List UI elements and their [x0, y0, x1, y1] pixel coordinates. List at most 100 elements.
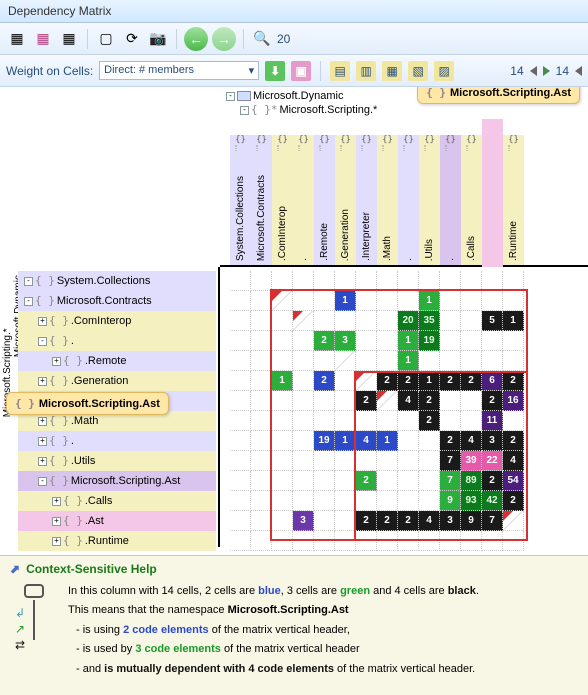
tool-btn-1[interactable]: ▦: [32, 28, 54, 50]
matrix-cell[interactable]: 22: [482, 451, 503, 471]
column-header-cell[interactable]: {}System.Collections: [230, 135, 251, 265]
arrow-left-icon[interactable]: [530, 66, 537, 76]
matrix-cell[interactable]: 39: [461, 451, 482, 471]
matrix-cell[interactable]: 1: [335, 291, 356, 311]
tool-btn-5[interactable]: 📷: [147, 28, 169, 50]
column-header-cell[interactable]: {}.Calls: [461, 135, 482, 265]
matrix-cell[interactable]: [377, 391, 398, 411]
row-header-cell[interactable]: +{ }.: [18, 431, 216, 451]
matrix-cell[interactable]: 2: [419, 391, 440, 411]
row-header-cell[interactable]: +{ }.Remote: [18, 351, 216, 371]
column-header-cell[interactable]: {}.: [293, 135, 314, 265]
matrix-cell[interactable]: 1: [398, 331, 419, 351]
weight-dropdown[interactable]: Direct: # members ▾: [99, 61, 259, 80]
tool-yellow-4[interactable]: ▧: [408, 61, 428, 81]
matrix-cell[interactable]: 7: [440, 451, 461, 471]
filter-pink-btn[interactable]: ▣: [291, 61, 311, 81]
column-header-cell[interactable]: {}Microsoft.Contracts: [251, 135, 272, 265]
matrix-cell[interactable]: 4: [503, 451, 524, 471]
matrix-cell[interactable]: 3: [293, 511, 314, 531]
matrix-cell[interactable]: 3: [440, 511, 461, 531]
matrix-cell[interactable]: [503, 511, 524, 531]
matrix-cell[interactable]: [272, 291, 293, 311]
tool-yellow-3[interactable]: ▦: [382, 61, 402, 81]
column-header-cell[interactable]: {}.: [398, 135, 419, 265]
column-header-cell[interactable]: {}.Runtime: [503, 135, 524, 265]
tree-root-row[interactable]: - Microsoft.Dynamic: [226, 89, 377, 103]
tool-btn-3[interactable]: ▢: [95, 28, 117, 50]
collapse-icon[interactable]: -: [226, 92, 235, 101]
matrix-cell[interactable]: 1: [272, 371, 293, 391]
tool-yellow-1[interactable]: ▤: [330, 61, 350, 81]
matrix-cell[interactable]: 2: [377, 371, 398, 391]
nav-forward-button[interactable]: →: [212, 27, 236, 51]
column-header-cell[interactable]: {}.Interpreter: [356, 135, 377, 265]
matrix-cell[interactable]: 2: [356, 471, 377, 491]
expand-icon[interactable]: -: [24, 277, 33, 286]
tree-sub-row[interactable]: - { } Microsoft.Scripting.*: [240, 103, 377, 117]
expand-icon[interactable]: +: [52, 357, 61, 366]
expand-icon[interactable]: +: [38, 437, 47, 446]
arrow-left2-icon[interactable]: [575, 66, 582, 76]
matrix-cell[interactable]: 2: [356, 391, 377, 411]
expand-icon[interactable]: +: [52, 497, 61, 506]
matrix-cell[interactable]: 35: [419, 311, 440, 331]
filter-green-btn[interactable]: ⬇: [265, 61, 285, 81]
matrix-cell[interactable]: 2: [440, 431, 461, 451]
arrow-right-icon[interactable]: [543, 66, 550, 76]
blue-elements-link[interactable]: 2 code elements: [123, 624, 209, 636]
matrix-cell[interactable]: 2: [314, 371, 335, 391]
expand-icon[interactable]: -: [38, 337, 47, 346]
expand-icon[interactable]: +: [38, 457, 47, 466]
matrix-cell[interactable]: 1: [398, 351, 419, 371]
matrix-cell[interactable]: 3: [482, 431, 503, 451]
matrix-cell[interactable]: 93: [461, 491, 482, 511]
matrix-cell[interactable]: 2: [503, 431, 524, 451]
mutual-dependent-link[interactable]: is mutually dependent with 4 code elemen…: [104, 663, 334, 675]
matrix-cell[interactable]: 4: [419, 511, 440, 531]
matrix-cell[interactable]: 2: [503, 371, 524, 391]
matrix-cell[interactable]: 1: [503, 311, 524, 331]
matrix-cell[interactable]: [335, 351, 356, 371]
matrix-cell[interactable]: 11: [482, 411, 503, 431]
column-header-cell[interactable]: {}.Remote: [314, 135, 335, 265]
row-header-cell[interactable]: +{ }.ComInterop: [18, 311, 216, 331]
matrix-cell[interactable]: 9: [440, 491, 461, 511]
row-header-cell[interactable]: +{ }.Runtime: [18, 531, 216, 551]
matrix-cell[interactable]: 2: [356, 511, 377, 531]
row-header-cell[interactable]: -{ }Microsoft.Scripting.Ast: [18, 471, 216, 491]
column-header-cell[interactable]: {}.Utils: [419, 135, 440, 265]
matrix-cell[interactable]: 2: [419, 411, 440, 431]
row-header-cell[interactable]: +{ }.Utils: [18, 451, 216, 471]
matrix-cell[interactable]: 4: [461, 431, 482, 451]
zoom-btn[interactable]: 🔍: [251, 28, 273, 50]
matrix-cell[interactable]: 1: [377, 431, 398, 451]
row-header-cell[interactable]: +{ }.Ast: [18, 511, 216, 531]
matrix-cell[interactable]: 89: [461, 471, 482, 491]
matrix-cell[interactable]: 9: [461, 511, 482, 531]
row-header-cell[interactable]: -{ }System.Collections: [18, 271, 216, 291]
tool-yellow-2[interactable]: ▥: [356, 61, 376, 81]
collapse-icon[interactable]: -: [240, 106, 249, 115]
row-header-cell[interactable]: +{ }.Generation: [18, 371, 216, 391]
matrix-cell[interactable]: 19: [419, 331, 440, 351]
matrix-cell[interactable]: 2: [482, 471, 503, 491]
matrix-cell[interactable]: 2: [314, 331, 335, 351]
matrix-cell[interactable]: 5: [482, 311, 503, 331]
matrix-cell[interactable]: 7: [440, 471, 461, 491]
matrix-cell[interactable]: 3: [335, 331, 356, 351]
matrix-cell[interactable]: 2: [503, 491, 524, 511]
matrix-cell[interactable]: 2: [482, 391, 503, 411]
matrix-cell[interactable]: 7: [482, 511, 503, 531]
green-elements-link[interactable]: 3 code elements: [135, 643, 221, 655]
column-header-cell[interactable]: {}.: [440, 135, 461, 265]
matrix-cell[interactable]: [356, 371, 377, 391]
expand-icon[interactable]: -: [38, 477, 47, 486]
expand-icon[interactable]: -: [24, 297, 33, 306]
matrix-cell[interactable]: 6: [482, 371, 503, 391]
matrix-cell[interactable]: 1: [335, 431, 356, 451]
matrix-cell[interactable]: 20: [398, 311, 419, 331]
expand-icon[interactable]: +: [38, 317, 47, 326]
tool-btn-2[interactable]: ▦: [58, 28, 80, 50]
tool-yellow-5[interactable]: ▨: [434, 61, 454, 81]
